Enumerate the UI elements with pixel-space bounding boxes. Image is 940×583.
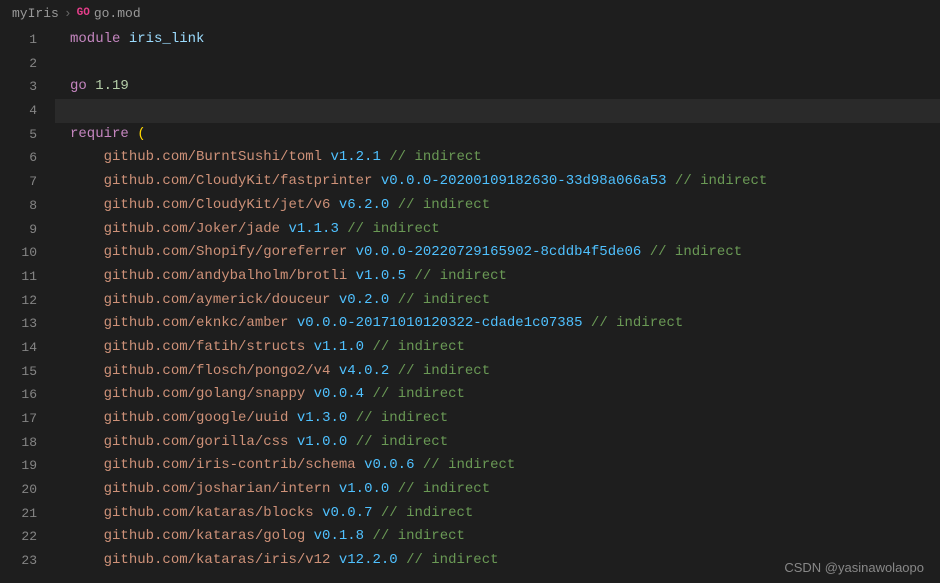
code-line[interactable]: github.com/fatih/structs v1.1.0 // indir… bbox=[55, 336, 940, 360]
code-line[interactable]: github.com/CloudyKit/jet/v6 v6.2.0 // in… bbox=[55, 194, 940, 218]
line-number: 13 bbox=[0, 312, 55, 336]
line-number: 14 bbox=[0, 336, 55, 360]
watermark: CSDN @yasinawolaopo bbox=[784, 560, 924, 575]
line-number: 10 bbox=[0, 241, 55, 265]
code-line[interactable]: github.com/aymerick/douceur v0.2.0 // in… bbox=[55, 289, 940, 313]
line-number: 20 bbox=[0, 478, 55, 502]
code-line[interactable]: github.com/flosch/pongo2/v4 v4.0.2 // in… bbox=[55, 360, 940, 384]
line-number: 23 bbox=[0, 549, 55, 573]
code-line[interactable]: github.com/andybalholm/brotli v1.0.5 // … bbox=[55, 265, 940, 289]
line-number: 17 bbox=[0, 407, 55, 431]
code-line[interactable] bbox=[55, 99, 940, 123]
line-number: 9 bbox=[0, 218, 55, 242]
code-line[interactable]: github.com/josharian/intern v1.0.0 // in… bbox=[55, 478, 940, 502]
line-number: 11 bbox=[0, 265, 55, 289]
line-number: 12 bbox=[0, 289, 55, 313]
breadcrumb: myIris › GO go.mod bbox=[0, 0, 940, 26]
line-number: 6 bbox=[0, 146, 55, 170]
code-line[interactable]: github.com/BurntSushi/toml v1.2.1 // ind… bbox=[55, 146, 940, 170]
line-number: 7 bbox=[0, 170, 55, 194]
line-number: 15 bbox=[0, 360, 55, 384]
breadcrumb-file[interactable]: go.mod bbox=[94, 6, 141, 21]
code-line[interactable]: require ( bbox=[55, 123, 940, 147]
line-number: 19 bbox=[0, 454, 55, 478]
code-line[interactable]: github.com/gorilla/css v1.0.0 // indirec… bbox=[55, 431, 940, 455]
line-number-gutter: 1234567891011121314151617181920212223 bbox=[0, 26, 55, 583]
line-number: 21 bbox=[0, 502, 55, 526]
code-line[interactable]: module iris_link bbox=[55, 28, 940, 52]
code-editor[interactable]: 1234567891011121314151617181920212223 mo… bbox=[0, 26, 940, 583]
chevron-right-icon: › bbox=[64, 6, 72, 21]
line-number: 5 bbox=[0, 123, 55, 147]
breadcrumb-folder[interactable]: myIris bbox=[12, 6, 59, 21]
code-line[interactable] bbox=[55, 52, 940, 76]
code-line[interactable]: github.com/golang/snappy v0.0.4 // indir… bbox=[55, 383, 940, 407]
code-line[interactable]: github.com/Joker/jade v1.1.3 // indirect bbox=[55, 218, 940, 242]
code-line[interactable]: github.com/Shopify/goreferrer v0.0.0-202… bbox=[55, 241, 940, 265]
code-area[interactable]: module iris_linkgo 1.19 require ( github.… bbox=[55, 26, 940, 583]
line-number: 8 bbox=[0, 194, 55, 218]
line-number: 18 bbox=[0, 431, 55, 455]
line-number: 16 bbox=[0, 383, 55, 407]
line-number: 1 bbox=[0, 28, 55, 52]
line-number: 2 bbox=[0, 52, 55, 76]
line-number: 22 bbox=[0, 525, 55, 549]
go-file-icon: GO bbox=[77, 7, 90, 19]
code-line[interactable]: github.com/CloudyKit/fastprinter v0.0.0-… bbox=[55, 170, 940, 194]
code-line[interactable]: github.com/google/uuid v1.3.0 // indirec… bbox=[55, 407, 940, 431]
code-line[interactable]: github.com/kataras/golog v0.1.8 // indir… bbox=[55, 525, 940, 549]
code-line[interactable]: github.com/eknkc/amber v0.0.0-2017101012… bbox=[55, 312, 940, 336]
line-number: 4 bbox=[0, 99, 55, 123]
line-number: 3 bbox=[0, 75, 55, 99]
code-line[interactable]: github.com/iris-contrib/schema v0.0.6 //… bbox=[55, 454, 940, 478]
code-line[interactable]: github.com/kataras/blocks v0.0.7 // indi… bbox=[55, 502, 940, 526]
code-line[interactable]: go 1.19 bbox=[55, 75, 940, 99]
